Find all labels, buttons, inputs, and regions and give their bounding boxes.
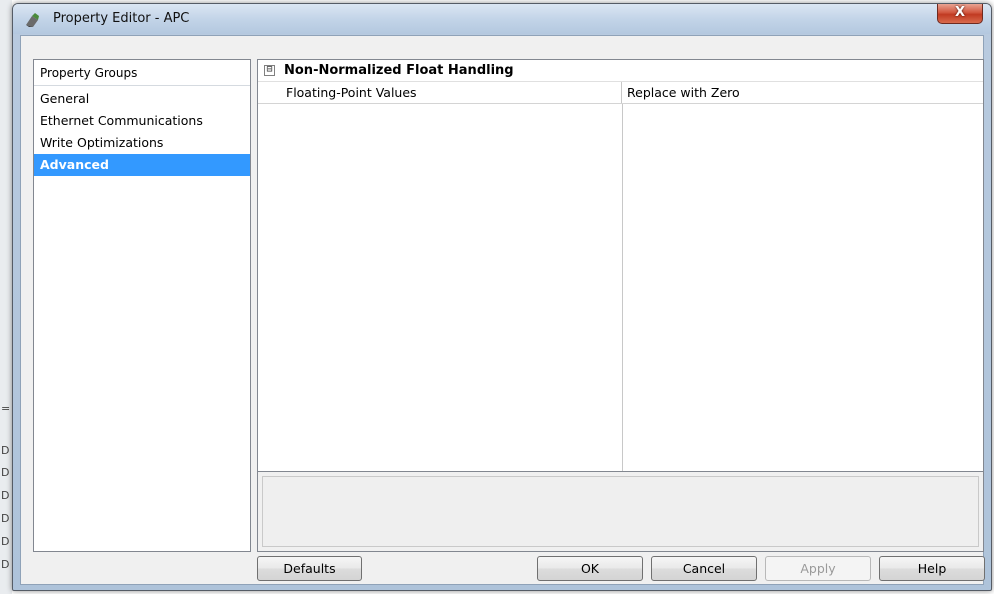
description-text xyxy=(262,476,979,547)
property-groups-panel: Property Groups General Ethernet Communi… xyxy=(33,59,251,552)
apply-button[interactable]: Apply xyxy=(765,556,871,581)
background-mark: D xyxy=(1,489,10,502)
property-grid: ⊟ Non-Normalized Float Handling Floating… xyxy=(257,59,984,471)
column-divider[interactable] xyxy=(622,104,623,471)
category-label: Non-Normalized Float Handling xyxy=(284,63,514,78)
property-groups-header: Property Groups xyxy=(34,60,250,86)
title-bar[interactable]: Property Editor - APC X xyxy=(13,4,991,34)
property-editor-window: Property Editor - APC X Property Groups … xyxy=(12,3,992,591)
background-mark: D xyxy=(1,466,10,479)
property-value[interactable]: Replace with Zero xyxy=(622,82,983,103)
background-mark: D xyxy=(1,558,10,571)
category-row: ⊟ Non-Normalized Float Handling xyxy=(258,60,983,82)
background-mark: = xyxy=(1,402,11,415)
help-button[interactable]: Help xyxy=(879,556,985,581)
cancel-button[interactable]: Cancel xyxy=(651,556,757,581)
group-item-ethernet-communications[interactable]: Ethernet Communications xyxy=(34,110,250,132)
collapse-icon[interactable]: ⊟ xyxy=(264,65,275,76)
property-groups-list: General Ethernet Communications Write Op… xyxy=(34,86,250,176)
ok-button[interactable]: OK xyxy=(537,556,643,581)
group-item-write-optimizations[interactable]: Write Optimizations xyxy=(34,132,250,154)
background-mark: D xyxy=(1,444,10,457)
background-mark: D xyxy=(1,535,10,548)
property-row[interactable]: Floating-Point Values Replace with Zero xyxy=(258,82,983,104)
dialog-client-area: Property Groups General Ethernet Communi… xyxy=(20,35,985,585)
window-title: Property Editor - APC xyxy=(53,11,190,26)
app-icon xyxy=(23,11,41,29)
background-mark: D xyxy=(1,512,10,525)
group-item-general[interactable]: General xyxy=(34,88,250,110)
close-button[interactable]: X xyxy=(937,4,983,24)
defaults-button[interactable]: Defaults xyxy=(257,556,362,581)
grid-empty-area xyxy=(258,104,983,471)
description-pane xyxy=(257,471,984,552)
group-item-advanced[interactable]: Advanced xyxy=(34,154,250,176)
property-name: Floating-Point Values xyxy=(258,82,622,103)
background-window-edge: = D D D D D D xyxy=(0,0,12,594)
